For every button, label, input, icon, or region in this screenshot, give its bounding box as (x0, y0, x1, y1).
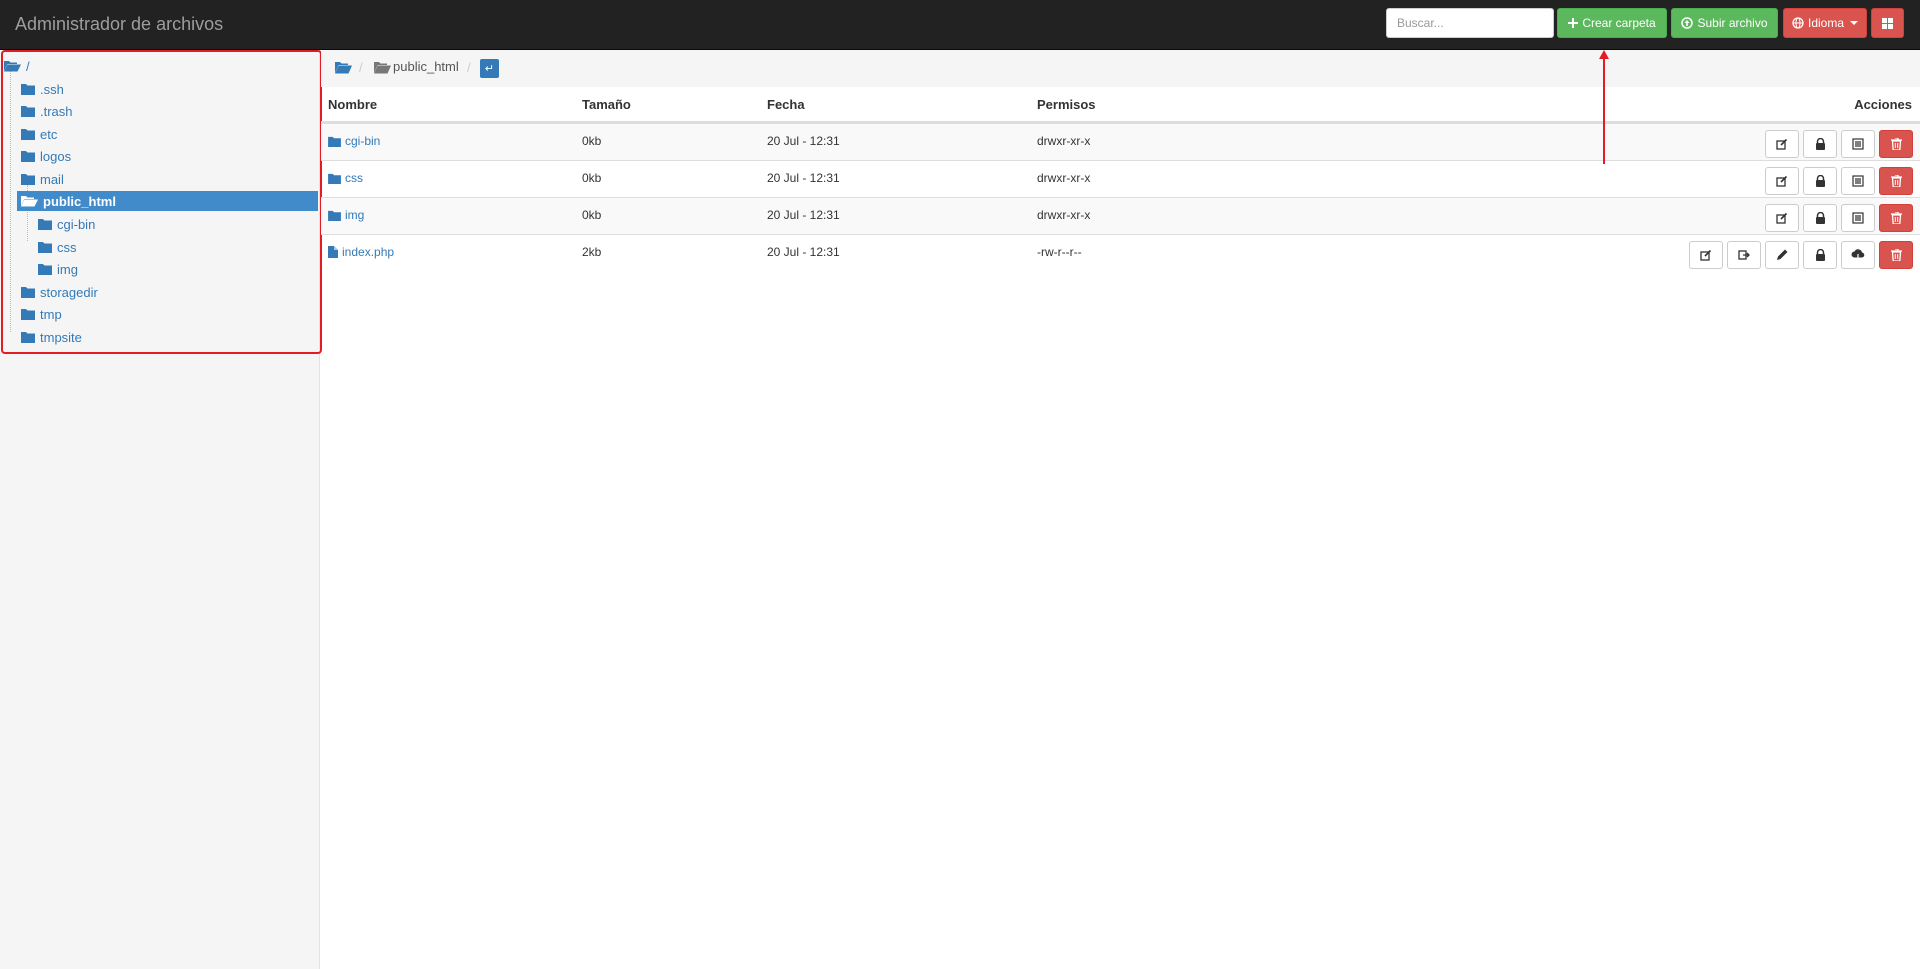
row-name: cgi-bin (345, 134, 381, 148)
lock-icon (1815, 138, 1825, 150)
move-button[interactable] (1727, 241, 1761, 269)
folder-icon (328, 210, 341, 221)
language-label: Idioma (1807, 16, 1845, 30)
annotation-arrow (1603, 56, 1605, 164)
row-name: img (345, 208, 365, 222)
permissions-button[interactable] (1803, 241, 1837, 269)
delete-button[interactable] (1879, 130, 1913, 158)
row-name-link[interactable]: img (328, 208, 364, 222)
caret-down-icon (1850, 21, 1859, 25)
create-folder-button[interactable]: Crear carpeta (1557, 8, 1667, 38)
edit-icon (1776, 138, 1788, 150)
row-size: 2kb (582, 245, 602, 259)
language-dropdown[interactable]: Idioma (1783, 8, 1867, 38)
sidebar: / .ssh .trash etc logos mail public_html… (0, 50, 322, 969)
search-input[interactable] (1386, 8, 1554, 38)
column-size[interactable]: Tamaño (582, 97, 631, 112)
permissions-button[interactable] (1803, 204, 1837, 232)
archive-icon (1852, 138, 1864, 150)
upload-file-button[interactable]: Subir archivo (1671, 8, 1778, 38)
row-perms: drwxr-xr-x (1037, 134, 1091, 148)
row-perms: drwxr-xr-x (1037, 171, 1091, 185)
column-actions: Acciones (1854, 97, 1912, 112)
table-row: index.php 2kb 20 Jul - 12:31 -rw-r--r-- (321, 234, 1920, 271)
column-name[interactable]: Nombre (328, 97, 377, 112)
table-row: cgi-bin 0kb 20 Jul - 12:31 drwxr-xr-x (321, 123, 1920, 160)
upload-file-label: Subir archivo (1697, 16, 1768, 30)
return-icon: ↵ (484, 63, 495, 75)
row-date: 20 Jul - 12:31 (767, 208, 840, 222)
row-name-link[interactable]: index.php (328, 245, 394, 259)
trash-icon (1890, 138, 1902, 150)
rename-button[interactable] (1765, 167, 1799, 195)
folder-open-icon[interactable] (335, 61, 352, 74)
row-perms: drwxr-xr-x (1037, 208, 1091, 222)
compress-button[interactable] (1841, 204, 1875, 232)
row-name-link[interactable]: cgi-bin (328, 134, 380, 148)
permissions-button[interactable] (1803, 167, 1837, 195)
pencil-icon (1777, 249, 1788, 260)
upload-circle-icon (1681, 17, 1694, 29)
table-row: img 0kb 20 Jul - 12:31 drwxr-xr-x (321, 197, 1920, 234)
edit-icon (1776, 175, 1788, 187)
cloud-download-icon (1851, 249, 1865, 261)
edit-content-button[interactable] (1765, 241, 1799, 269)
move-icon (1738, 250, 1750, 260)
folder-icon (328, 173, 341, 184)
delete-button[interactable] (1879, 241, 1913, 269)
compress-button[interactable] (1841, 167, 1875, 195)
breadcrumb-current[interactable]: public_html (393, 59, 459, 74)
rename-button[interactable] (1765, 130, 1799, 158)
navbar: Administrador de archivos Crear carpeta … (0, 0, 1920, 50)
row-size: 0kb (582, 134, 602, 148)
trash-icon (1890, 249, 1902, 261)
row-size: 0kb (582, 208, 602, 222)
table-row: css 0kb 20 Jul - 12:31 drwxr-xr-x (321, 160, 1920, 197)
file-table: Nombre Tamaño Fecha Permisos Acciones cg… (321, 87, 1920, 271)
folder-open-icon (374, 62, 391, 74)
row-name-link[interactable]: css (328, 171, 363, 185)
rename-button[interactable] (1765, 204, 1799, 232)
delete-button[interactable] (1879, 167, 1913, 195)
archive-icon (1852, 175, 1864, 187)
archive-icon (1852, 212, 1864, 224)
breadcrumb-separator: / (359, 60, 363, 75)
row-date: 20 Jul - 12:31 (767, 134, 840, 148)
row-date: 20 Jul - 12:31 (767, 245, 840, 259)
edit-icon (1700, 249, 1712, 261)
column-perms[interactable]: Permisos (1037, 97, 1096, 112)
breadcrumb-separator: / (467, 60, 471, 75)
lock-icon (1815, 175, 1825, 187)
create-folder-label: Crear carpeta (1582, 16, 1656, 30)
trash-icon (1890, 175, 1902, 187)
permissions-button[interactable] (1803, 130, 1837, 158)
row-perms: -rw-r--r-- (1037, 245, 1082, 259)
row-date: 20 Jul - 12:31 (767, 171, 840, 185)
lock-icon (1815, 212, 1825, 224)
highlight-box (1, 50, 322, 354)
grid-icon (1882, 17, 1893, 29)
edit-icon (1776, 212, 1788, 224)
annotation-arrow-head (1599, 50, 1609, 59)
trash-icon (1890, 212, 1902, 224)
grid-view-button[interactable] (1871, 8, 1904, 38)
compress-button[interactable] (1841, 130, 1875, 158)
delete-button[interactable] (1879, 204, 1913, 232)
download-button[interactable] (1841, 241, 1875, 269)
file-icon (328, 246, 338, 258)
app-title: Administrador de archivos (15, 14, 224, 34)
row-name: css (345, 171, 363, 185)
table-header: Nombre Tamaño Fecha Permisos Acciones (321, 87, 1920, 123)
folder-icon (328, 136, 341, 147)
breadcrumb: / public_html / ↵ (321, 50, 1920, 87)
row-name: index.php (342, 245, 395, 259)
column-date[interactable]: Fecha (767, 97, 805, 112)
rename-button[interactable] (1689, 241, 1723, 269)
globe-icon (1792, 17, 1804, 29)
return-button[interactable]: ↵ (480, 59, 499, 78)
plus-icon (1568, 18, 1579, 28)
row-size: 0kb (582, 171, 602, 185)
lock-icon (1815, 249, 1825, 261)
